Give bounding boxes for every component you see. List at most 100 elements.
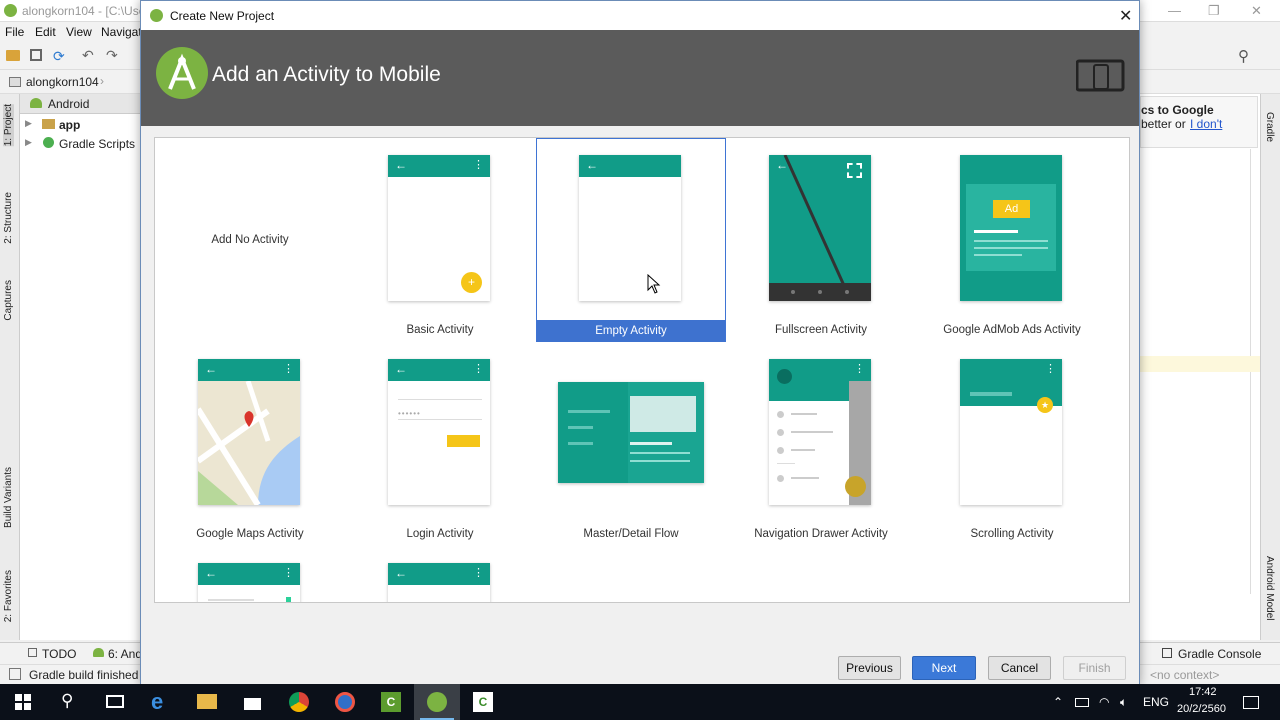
android-studio-logo-icon bbox=[156, 47, 208, 99]
wifi-icon[interactable]: ◠ bbox=[1099, 695, 1109, 709]
right-tool-strip: Gradle Android Model bbox=[1260, 94, 1280, 640]
highlight-line bbox=[1140, 356, 1260, 372]
email-field-line bbox=[398, 399, 482, 400]
tile-label: Add No Activity bbox=[211, 234, 289, 246]
tile-master-detail-flow[interactable]: Master/Detail Flow bbox=[536, 342, 726, 546]
next-button[interactable]: Next bbox=[912, 656, 976, 680]
detail-line bbox=[630, 460, 690, 462]
tile-login-activity[interactable]: ← ⋮ •••••• Login Activity bbox=[345, 342, 535, 546]
tab-todo[interactable]: TODO bbox=[42, 647, 76, 661]
drawer-item-icon bbox=[777, 447, 784, 454]
status-toggle-icon[interactable] bbox=[9, 668, 21, 680]
edge-icon: e bbox=[151, 689, 164, 714]
tile-activity-11[interactable]: ← ⋮ bbox=[155, 546, 345, 602]
tile-label: Fullscreen Activity bbox=[774, 324, 868, 336]
tile-empty-activity[interactable]: ← Empty Activity bbox=[536, 138, 726, 342]
tab-build-variants[interactable]: Build Variants bbox=[3, 467, 14, 528]
menu-view[interactable]: View bbox=[66, 25, 92, 39]
input-language[interactable]: ENG bbox=[1143, 695, 1169, 709]
tab-structure[interactable]: 2: Structure bbox=[3, 192, 14, 244]
tab-captures[interactable]: Captures bbox=[3, 280, 14, 321]
clock-date[interactable]: 20/2/2560 bbox=[1177, 703, 1226, 715]
taskbar-camtasia[interactable]: C bbox=[368, 684, 414, 720]
todo-icon bbox=[28, 648, 37, 657]
tab-android-model[interactable]: Android Model bbox=[1264, 556, 1275, 620]
expand-arrow-icon[interactable]: ▶ bbox=[25, 137, 32, 148]
previous-button[interactable]: Previous bbox=[838, 656, 901, 680]
tree-item-app[interactable]: app bbox=[59, 118, 80, 132]
basic-activity-preview: ← ⋮ + bbox=[388, 155, 490, 301]
task-view-button[interactable] bbox=[92, 684, 138, 720]
tab-project[interactable]: 1: Project bbox=[3, 104, 14, 147]
drawer-item-line bbox=[791, 431, 833, 433]
tab-android-monitor[interactable]: 6: And bbox=[108, 647, 142, 661]
taskbar-file-explorer[interactable] bbox=[184, 684, 230, 720]
close-window-icon[interactable]: ✕ bbox=[1251, 3, 1262, 19]
undo-icon[interactable]: ↶ bbox=[82, 47, 94, 64]
tile-label: Login Activity bbox=[406, 528, 474, 540]
tile-scrolling-activity[interactable]: ⋮ ★ Scrolling Activity bbox=[917, 342, 1107, 546]
menu-file[interactable]: File bbox=[5, 25, 24, 39]
tree-item-gradle-scripts[interactable]: Gradle Scripts bbox=[59, 137, 135, 151]
gradle-console-icon bbox=[1162, 648, 1172, 658]
battery-icon[interactable] bbox=[1075, 698, 1089, 707]
back-arrow-icon: ← bbox=[776, 158, 788, 172]
save-icon[interactable] bbox=[30, 49, 42, 61]
back-arrow-icon: ← bbox=[205, 362, 217, 376]
search-button[interactable]: ⚲ bbox=[46, 684, 92, 720]
tile-navigation-drawer-activity[interactable]: ⋮ Navigation Drawer Activity bbox=[726, 342, 916, 546]
tile-google-maps-activity[interactable]: ← ⋮ Google Maps Activity bbox=[155, 342, 345, 546]
expand-arrow-icon[interactable]: ▶ bbox=[25, 118, 32, 129]
tile-admob-activity[interactable]: Ad Google AdMob Ads Activity bbox=[917, 138, 1107, 342]
taskbar-android-studio[interactable] bbox=[414, 684, 460, 720]
tab-favorites[interactable]: 2: Favorites bbox=[3, 570, 14, 622]
notification-text: better or bbox=[1141, 117, 1190, 131]
cancel-button[interactable]: Cancel bbox=[988, 656, 1051, 680]
clock-time[interactable]: 17:42 bbox=[1189, 686, 1217, 698]
tile-fullscreen-activity[interactable]: ← Fullscreen Activity bbox=[726, 138, 916, 342]
android-studio-icon bbox=[150, 9, 163, 22]
taskbar-chrome[interactable] bbox=[276, 684, 322, 720]
back-arrow-icon: ← bbox=[395, 566, 407, 580]
maximize-icon[interactable]: ❐ bbox=[1208, 3, 1220, 19]
notifications-icon[interactable] bbox=[1243, 696, 1259, 709]
notification-title: cs to Google bbox=[1141, 103, 1214, 117]
password-dots: •••••• bbox=[398, 409, 421, 418]
detail-line bbox=[630, 442, 672, 445]
status-context: <no context> bbox=[1150, 668, 1220, 682]
tile-add-no-activity[interactable]: Add No Activity bbox=[155, 138, 345, 342]
notification-link[interactable]: I don't bbox=[1190, 117, 1222, 131]
start-button[interactable] bbox=[0, 684, 46, 720]
taskbar-edge[interactable]: e bbox=[138, 684, 184, 720]
drawer-item-line bbox=[791, 477, 819, 479]
chevron-right-icon: › bbox=[100, 74, 104, 88]
breadcrumb-project[interactable]: alongkorn104 bbox=[26, 75, 99, 89]
close-icon[interactable]: ✕ bbox=[1119, 6, 1132, 26]
redo-icon[interactable]: ↷ bbox=[106, 47, 118, 64]
fullscreen-icon bbox=[847, 163, 862, 178]
search-everywhere-icon[interactable]: ⚲ bbox=[1238, 47, 1249, 65]
activity-preview: ← ⋮ bbox=[198, 563, 300, 602]
finish-button[interactable]: Finish bbox=[1063, 656, 1126, 680]
tab-gradle-console[interactable]: Gradle Console bbox=[1178, 647, 1261, 661]
volume-icon[interactable]: 🔈︎ bbox=[1120, 695, 1127, 710]
sync-icon[interactable]: ⟳ bbox=[53, 48, 65, 65]
minimize-icon[interactable]: — bbox=[1168, 3, 1181, 18]
project-panel-header: Android bbox=[20, 94, 142, 114]
tile-activity-12[interactable]: ← ⋮ bbox=[345, 546, 535, 602]
taskbar-camtasia-recorder[interactable]: C bbox=[460, 684, 506, 720]
android-icon bbox=[30, 98, 42, 108]
search-icon: ⚲ bbox=[61, 691, 74, 710]
open-folder-icon[interactable] bbox=[6, 50, 20, 61]
drawer-item-line bbox=[791, 449, 815, 451]
taskbar-app[interactable] bbox=[322, 684, 368, 720]
tile-label: Master/Detail Flow bbox=[583, 528, 679, 540]
project-view-selector[interactable]: Android bbox=[48, 97, 89, 111]
tab-gradle[interactable]: Gradle bbox=[1264, 112, 1275, 142]
windows-logo-icon bbox=[15, 694, 31, 710]
taskbar-store[interactable] bbox=[230, 684, 276, 720]
tile-basic-activity[interactable]: ← ⋮ + Basic Activity bbox=[345, 138, 535, 342]
menu-edit[interactable]: Edit bbox=[35, 25, 56, 39]
tile-label: Navigation Drawer Activity bbox=[754, 528, 888, 540]
chevron-up-icon[interactable]: ⌃ bbox=[1053, 695, 1063, 709]
